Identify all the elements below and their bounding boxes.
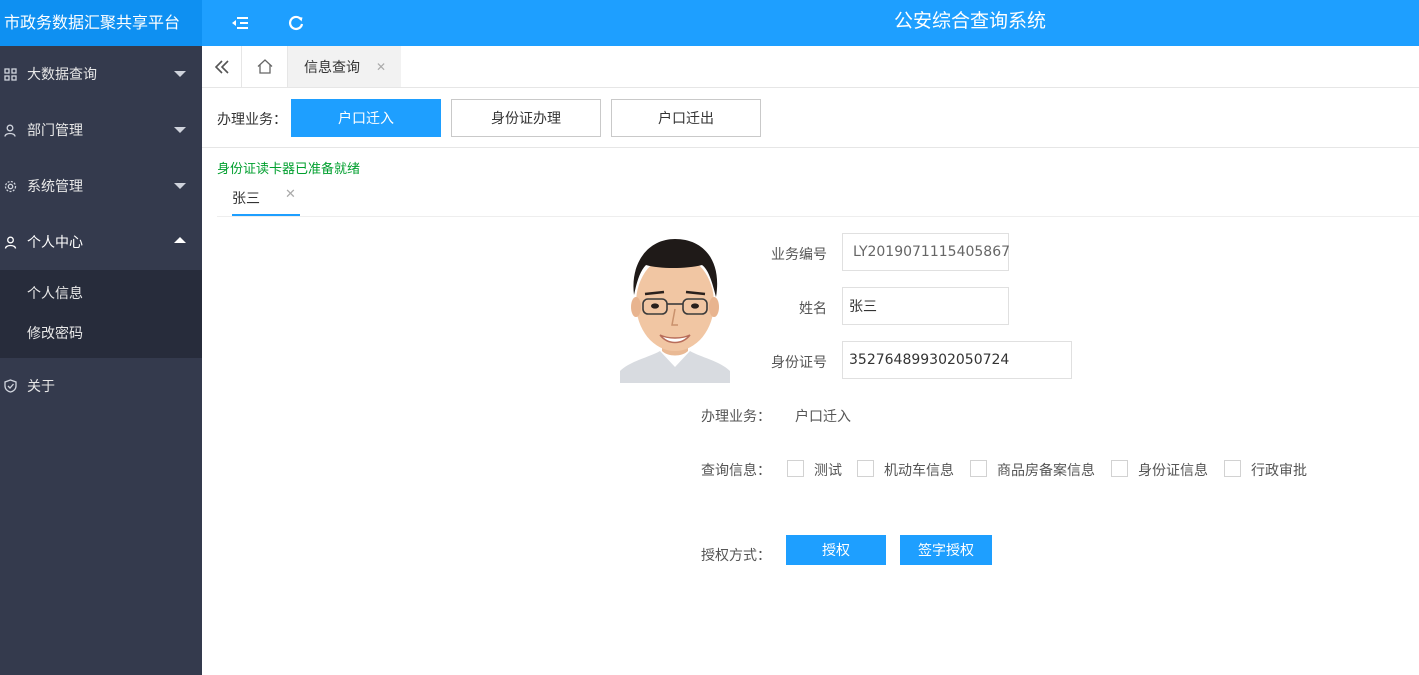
sidebar-item-personal-center[interactable]: 个人中心 [0, 214, 202, 270]
gear-icon [3, 179, 17, 193]
user-icon [3, 235, 17, 249]
close-icon[interactable]: ✕ [285, 187, 296, 202]
sidebar-item-label: 大数据查询 [27, 67, 97, 83]
checkbox-label-admin-approval: 行政审批 [1251, 463, 1307, 479]
sidebar-item-about[interactable]: 关于 [0, 358, 202, 414]
checkbox-test[interactable] [787, 460, 804, 477]
sidebar-item-label: 关于 [27, 379, 55, 395]
caret-down-icon [174, 183, 186, 189]
person-tab-label: 张三 [232, 191, 260, 207]
tab-info-query[interactable]: 信息查询 ✕ [288, 46, 401, 87]
home-icon[interactable] [242, 46, 288, 87]
checkbox-label-id-card: 身份证信息 [1138, 463, 1208, 479]
hukou-out-button[interactable]: 户口迁出 [611, 99, 761, 137]
biz-type-value: 户口迁入 [795, 409, 851, 425]
top-header: 市政务数据汇聚共享平台 公安综合查询系统 [0, 0, 1419, 46]
sidebar-subitem-change-password[interactable]: 修改密码 [0, 314, 202, 354]
business-no-field[interactable]: LY2019071115405867 [842, 233, 1010, 271]
sidebar-subitem-personal-info[interactable]: 个人信息 [0, 274, 202, 314]
hukou-in-button[interactable]: 户口迁入 [291, 99, 441, 137]
sidebar-item-bigdata[interactable]: 大数据查询 [0, 46, 202, 102]
sidebar: 大数据查询 部门管理 系统管理 个人中心 个人信息 修改密码 关于 [0, 46, 202, 675]
caret-up-icon [174, 237, 186, 243]
platform-brand: 市政务数据汇聚共享平台 [0, 0, 202, 46]
system-title: 公安综合查询系统 [894, 10, 1047, 32]
id-number-label: 身份证号 [771, 355, 827, 371]
id-photo [620, 233, 730, 383]
tab-bar: 信息查询 ✕ [202, 46, 1419, 88]
name-label: 姓名 [799, 301, 827, 317]
checkbox-label-vehicle: 机动车信息 [884, 463, 954, 479]
shield-icon [3, 379, 17, 393]
authorize-button[interactable]: 授权 [786, 535, 886, 565]
checkbox-id-card[interactable] [1111, 460, 1128, 477]
business-no-label: 业务编号 [771, 247, 827, 263]
tab-person[interactable]: 张三 ✕ [232, 184, 300, 216]
card-reader-status: 身份证读卡器已准备就绪 [217, 162, 361, 177]
checkbox-label-test: 测试 [814, 463, 842, 479]
caret-down-icon [174, 127, 186, 133]
auth-method-label: 授权方式： [701, 548, 771, 564]
personal-center-submenu: 个人信息 修改密码 [0, 270, 202, 358]
business-type-label: 办理业务： [217, 112, 287, 128]
refresh-icon[interactable] [284, 11, 308, 35]
tab-label: 信息查询 [304, 59, 360, 76]
checkbox-housing[interactable] [970, 460, 987, 477]
divider [202, 147, 1419, 148]
id-number-field[interactable]: 352764899302050724 [842, 341, 1072, 379]
divider [217, 216, 1419, 217]
signature-authorize-button[interactable]: 签字授权 [900, 535, 992, 565]
caret-down-icon [174, 71, 186, 77]
sidebar-item-system[interactable]: 系统管理 [0, 158, 202, 214]
checkbox-label-housing: 商品房备案信息 [997, 463, 1095, 479]
query-info-label: 查询信息： [701, 463, 771, 479]
grid-icon [3, 67, 17, 81]
id-card-apply-button[interactable]: 身份证办理 [451, 99, 601, 137]
double-chevron-left-icon[interactable] [202, 46, 242, 87]
users-icon [3, 123, 17, 137]
sidebar-item-label: 部门管理 [27, 123, 83, 139]
checkbox-vehicle[interactable] [857, 460, 874, 477]
menu-fold-icon[interactable] [228, 11, 252, 35]
checkbox-admin-approval[interactable] [1224, 460, 1241, 477]
sidebar-item-department[interactable]: 部门管理 [0, 102, 202, 158]
sidebar-item-label: 个人中心 [27, 235, 83, 251]
close-icon[interactable]: ✕ [376, 60, 386, 74]
biz-type-row-label: 办理业务： [701, 409, 771, 425]
sidebar-item-label: 系统管理 [27, 179, 83, 195]
name-field[interactable]: 张三 [842, 287, 1009, 325]
